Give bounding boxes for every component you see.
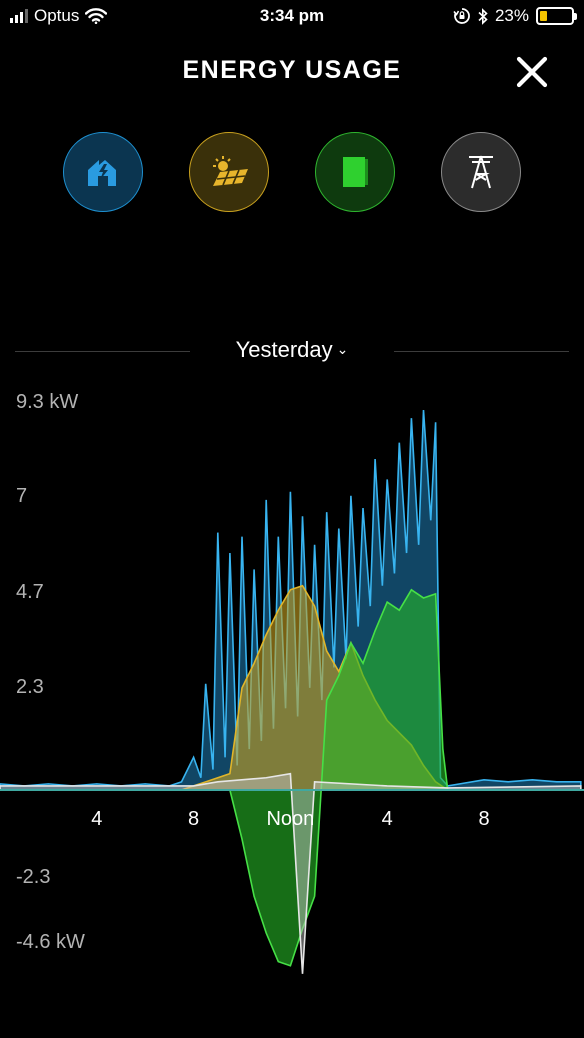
powerwall-icon xyxy=(343,157,368,187)
y-tick-label: 2.3 xyxy=(16,676,44,698)
bluetooth-icon xyxy=(478,7,488,25)
x-tick-label: 4 xyxy=(91,808,102,830)
solar-panel-icon xyxy=(213,156,248,186)
home-source-button[interactable] xyxy=(63,132,143,212)
grid-source-button[interactable] xyxy=(441,132,521,212)
power-tower-icon xyxy=(469,155,493,189)
y-tick-label: 9.3 kW xyxy=(16,391,78,413)
battery-percent: 23% xyxy=(494,6,529,25)
y-tick-label: -2.3 xyxy=(16,866,50,888)
y-tick-label: 7 xyxy=(16,485,27,507)
solar-source-button[interactable] xyxy=(189,132,269,212)
status-right: 23% xyxy=(453,6,577,26)
page-title: ENERGY USAGE xyxy=(182,56,402,84)
status-bar: Optus 3:34 pm 23% xyxy=(0,0,584,34)
y-tick-label: -4.6 kW xyxy=(16,931,85,953)
y-tick-label: 4.7 xyxy=(16,581,44,603)
chevron-down-icon: ⌄ xyxy=(336,341,349,357)
period-label: Yesterday xyxy=(235,337,333,362)
energy-chart[interactable]: 9.3 kW 7 4.7 2.3 -2.3 -4.6 kW 4 8 Noon 4 8 xyxy=(0,380,584,1020)
close-icon[interactable] xyxy=(514,54,550,90)
battery-icon xyxy=(536,7,577,25)
x-tick-label: 8 xyxy=(478,808,489,830)
x-tick-label: 8 xyxy=(188,808,199,830)
period-selector[interactable]: Yesterday ⌄ xyxy=(0,337,584,363)
battery-level xyxy=(540,11,547,21)
x-tick-label: 4 xyxy=(382,808,393,830)
powerwall-source-button[interactable] xyxy=(315,132,395,212)
home-icon xyxy=(88,160,116,186)
x-tick-label: Noon xyxy=(266,808,314,830)
orientation-lock-icon xyxy=(453,8,470,24)
